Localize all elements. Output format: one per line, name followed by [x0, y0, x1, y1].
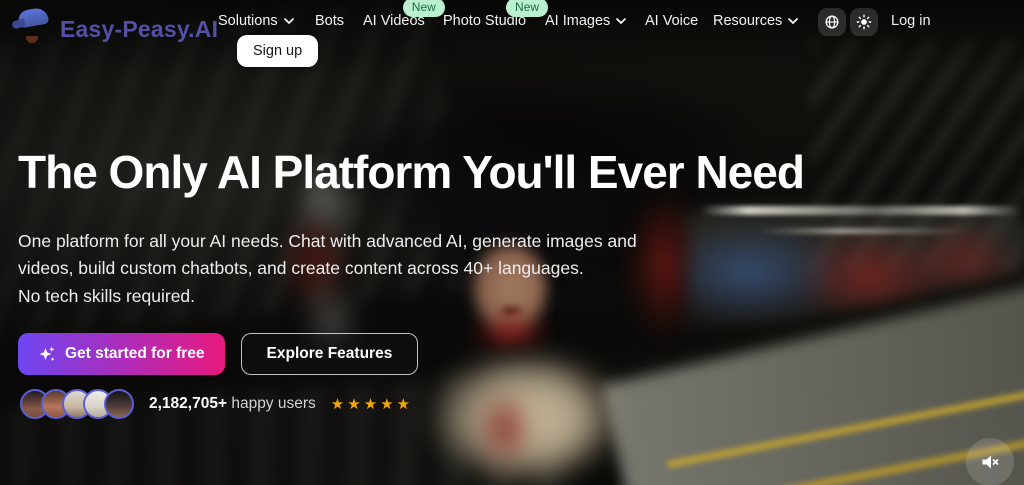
- happy-users-label: happy users: [231, 395, 315, 412]
- mute-button[interactable]: [966, 438, 1014, 485]
- star-rating: [331, 397, 410, 412]
- chevron-down-icon: [283, 15, 295, 27]
- brand-logo[interactable]: Easy-Peasy.AI: [12, 8, 218, 50]
- new-badge: New: [506, 0, 548, 17]
- easy-peasy-homepage: Easy-Peasy.AI Solutions Bots AI Videos N…: [0, 0, 1024, 485]
- get-started-button[interactable]: Get started for free: [18, 333, 225, 375]
- chevron-down-icon: [787, 15, 799, 27]
- cta-row: Get started for free Explore Features: [18, 333, 418, 375]
- happy-users-count: 2,182,705+: [149, 395, 227, 412]
- social-proof: 2,182,705+ happy users: [20, 389, 410, 419]
- explore-features-button[interactable]: Explore Features: [241, 333, 419, 375]
- nav-item-photo-studio[interactable]: Photo Studio New: [443, 13, 526, 29]
- page-title: The Only AI Platform You'll Ever Need: [18, 146, 958, 199]
- globe-icon: [824, 14, 840, 30]
- sun-icon: [856, 14, 872, 30]
- happy-users-text: 2,182,705+ happy users: [149, 395, 316, 413]
- nav-item-ai-voice[interactable]: AI Voice: [645, 13, 698, 29]
- star-icon: [397, 397, 410, 412]
- star-icon: [347, 397, 360, 412]
- brand-name: Easy-Peasy.AI: [60, 16, 218, 43]
- logo-mascot-icon: [12, 8, 52, 50]
- nav-item-ai-videos[interactable]: AI Videos New: [363, 13, 425, 29]
- nav-item-resources[interactable]: Resources: [713, 13, 799, 29]
- nav-item-ai-images[interactable]: AI Images: [545, 13, 627, 29]
- avatar: [104, 389, 134, 419]
- nav-item-solutions[interactable]: Solutions: [218, 13, 295, 29]
- speaker-muted-icon: [979, 451, 1001, 473]
- theme-toggle-button[interactable]: [850, 8, 878, 36]
- star-icon: [380, 397, 393, 412]
- language-button[interactable]: [818, 8, 846, 36]
- star-icon: [331, 397, 344, 412]
- star-icon: [364, 397, 377, 412]
- sparkles-icon: [38, 345, 56, 363]
- nav-item-bots[interactable]: Bots: [315, 13, 344, 29]
- signup-button[interactable]: Sign up: [237, 35, 318, 67]
- chevron-down-icon: [615, 15, 627, 27]
- avatar-group: [20, 389, 134, 419]
- login-link[interactable]: Log in: [891, 13, 931, 29]
- hero-description: One platform for all your AI needs. Chat…: [18, 228, 673, 310]
- new-badge: New: [403, 0, 445, 17]
